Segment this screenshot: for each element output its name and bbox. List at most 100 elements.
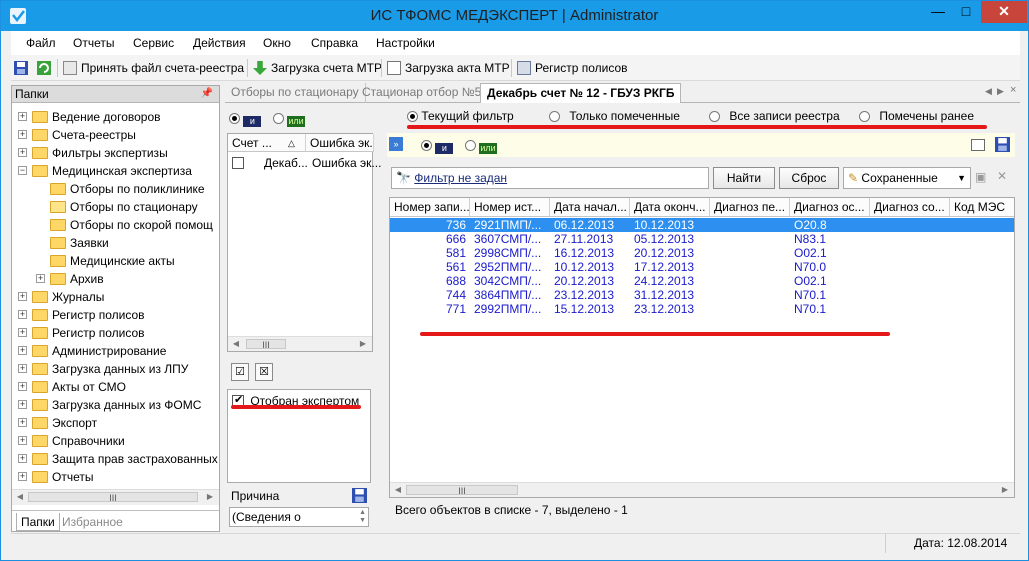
tree-item-policy-register[interactable]: + Регистр полисов: [18, 306, 145, 324]
tree-item-invoices[interactable]: + Счета-реестры: [18, 126, 136, 144]
column-header-record-number[interactable]: Номер запи...: [390, 198, 470, 217]
expand-icon[interactable]: +: [18, 112, 27, 121]
logic-and-radio[interactable]: [229, 113, 240, 124]
criteria-row[interactable]: Декаб... Ошибка эк...: [232, 156, 381, 170]
tab-folders[interactable]: Папки: [16, 513, 60, 531]
filter-marked-only-radio[interactable]: Только помеченные: [549, 109, 680, 123]
filter-not-set-link[interactable]: 🔭 Фильтр не задан: [391, 167, 709, 189]
expand-icon[interactable]: +: [18, 292, 27, 301]
menu-settings[interactable]: Настройки: [376, 36, 435, 50]
column-header-start-date[interactable]: Дата начал...: [550, 198, 630, 217]
tree-item-references[interactable]: + Справочники: [18, 432, 125, 450]
expand-icon[interactable]: +: [18, 328, 27, 337]
column-header-source-number[interactable]: Номер ист...: [470, 198, 550, 217]
apply-saved-icon[interactable]: ▣: [975, 170, 986, 184]
reset-button[interactable]: Сброс: [779, 167, 839, 189]
scroll-left-icon[interactable]: ◀: [13, 491, 27, 503]
column-header-mes-code[interactable]: Код МЭС: [950, 198, 1014, 217]
tab-hospital-selections[interactable]: Отборы по стационару: [225, 83, 366, 103]
records-hscrollbar[interactable]: ◀ III ▶: [390, 482, 1014, 497]
tab-hospital-selection-58[interactable]: Стационар отбор №58: [356, 83, 495, 103]
reason-field[interactable]: (Сведения о ▲ ▼: [229, 507, 369, 527]
table-row[interactable]: 736 2921ПМП/... 06.12.2013 10.12.2013 О2…: [390, 218, 1014, 232]
expand-icon[interactable]: +: [18, 400, 27, 409]
tree-item-administration[interactable]: + Администрирование: [18, 342, 166, 360]
menu-reports[interactable]: Отчеты: [73, 36, 114, 50]
policy-register-button[interactable]: Регистр полисов: [517, 59, 628, 77]
tree-item-insured-rights[interactable]: + Защита прав застрахованных: [18, 450, 218, 468]
expand-icon[interactable]: +: [18, 364, 27, 373]
column-header-diagnosis-main[interactable]: Диагноз ос...: [790, 198, 870, 217]
import-invoice-button[interactable]: Принять файл счета-реестра: [63, 59, 244, 77]
tree-item-archive[interactable]: + Архив: [36, 270, 104, 288]
load-mtr-act-button[interactable]: Загрузка акта МТР: [387, 59, 510, 77]
scroll-thumb[interactable]: III: [28, 492, 198, 503]
dropdown-arrow-icon[interactable]: ▼: [957, 168, 966, 188]
tree-item-medical-acts[interactable]: Медицинские акты: [36, 252, 175, 270]
tab-favorites[interactable]: Избранное: [58, 513, 127, 531]
tree-item-export[interactable]: + Экспорт: [18, 414, 97, 432]
menu-actions[interactable]: Действия: [193, 36, 246, 50]
scroll-thumb[interactable]: III: [246, 339, 286, 350]
tab-scroll-left-icon[interactable]: ◀: [985, 86, 992, 97]
save-icon[interactable]: [14, 61, 28, 75]
column-header-diagnosis-concomitant[interactable]: Диагноз со...: [870, 198, 950, 217]
logic-or-radio[interactable]: [272, 113, 284, 124]
find-button[interactable]: Найти: [713, 167, 775, 189]
logic-or-radio[interactable]: [464, 140, 476, 151]
load-mtr-invoice-button[interactable]: Загрузка счета МТР: [253, 59, 382, 77]
filter-all-records-radio[interactable]: Все записи реестра: [709, 109, 840, 123]
column-header-end-date[interactable]: Дата оконч...: [630, 198, 710, 217]
column-header-diagnosis-primary[interactable]: Диагноз пе...: [710, 198, 790, 217]
column-header-invoice[interactable]: Счет ... △: [228, 134, 306, 152]
tab-december-invoice[interactable]: Декабрь счет № 12 - ГБУЗ РКГБ: [480, 83, 682, 103]
tree-item-foms-data-load[interactable]: + Загрузка данных из ФОМС: [18, 396, 201, 414]
minimize-button[interactable]: —: [925, 1, 951, 23]
delete-saved-icon[interactable]: ✕: [997, 169, 1007, 183]
expand-icon[interactable]: +: [18, 130, 27, 139]
logic-and-radio[interactable]: [421, 140, 432, 151]
scroll-left-icon[interactable]: ◀: [229, 338, 243, 350]
menu-window[interactable]: Окно: [263, 36, 291, 50]
close-button[interactable]: ✕: [981, 1, 1027, 23]
expand-icon[interactable]: +: [18, 382, 27, 391]
tree-item-journals[interactable]: + Журналы: [18, 288, 104, 306]
scroll-left-icon[interactable]: ◀: [391, 484, 405, 496]
save-icon[interactable]: [995, 137, 1010, 152]
scroll-thumb[interactable]: III: [406, 485, 518, 496]
scroll-right-icon[interactable]: ▶: [203, 491, 217, 503]
criteria-hscrollbar[interactable]: ◀ III ▶: [228, 336, 372, 351]
tree-item-expertise-filters[interactable]: + Фильтры экспертизы: [18, 144, 168, 162]
expand-icon[interactable]: +: [18, 454, 27, 463]
uncheck-all-button[interactable]: ☒: [255, 363, 273, 381]
collapse-icon[interactable]: −: [18, 166, 27, 175]
menu-service[interactable]: Сервис: [133, 36, 174, 50]
tree-item-medical-expertise[interactable]: − Медицинская экспертиза: [18, 162, 192, 180]
tree-item-ambulance-selections[interactable]: Отборы по скорой помощ: [36, 216, 213, 234]
menu-help[interactable]: Справка: [311, 36, 358, 50]
table-row[interactable]: 771 2992ПМП/... 15.12.2013 23.12.2013 N7…: [390, 302, 1014, 316]
tree-item-reports[interactable]: + Отчеты: [18, 468, 93, 486]
expand-icon[interactable]: +: [36, 274, 45, 283]
spinner-icon[interactable]: ▲ ▼: [359, 509, 366, 525]
expand-icon[interactable]: +: [18, 472, 27, 481]
tree-item-hospital-selections[interactable]: Отборы по стационару: [36, 198, 198, 216]
table-row[interactable]: 666 3607СМП/... 27.11.2013 05.12.2013 N8…: [390, 232, 1014, 246]
table-row[interactable]: 744 3864ПМП/... 23.12.2013 31.12.2013 N7…: [390, 288, 1014, 302]
scroll-right-icon[interactable]: ▶: [356, 338, 370, 350]
tree-item-policy-register-2[interactable]: + Регистр полисов: [18, 324, 145, 342]
table-row[interactable]: 581 2998СМП/... 16.12.2013 20.12.2013 О0…: [390, 246, 1014, 260]
row-checkbox[interactable]: [232, 157, 244, 169]
table-row[interactable]: 561 2952ПМП/... 10.12.2013 17.12.2013 N7…: [390, 260, 1014, 274]
tab-close-icon[interactable]: ×: [1010, 84, 1016, 96]
tree-item-contracts[interactable]: + Ведение договоров: [18, 108, 161, 126]
pin-icon[interactable]: 📌: [201, 86, 213, 102]
table-row[interactable]: 688 3042СМП/... 20.12.2013 24.12.2013 О0…: [390, 274, 1014, 288]
save-icon[interactable]: [352, 488, 367, 503]
tree-item-polyclinic-selections[interactable]: Отборы по поликлинике: [36, 180, 205, 198]
tree-item-smo-acts[interactable]: + Акты от СМО: [18, 378, 126, 396]
tab-scroll-right-icon[interactable]: ▶: [997, 86, 1004, 97]
maximize-button[interactable]: □: [953, 1, 979, 23]
check-all-button[interactable]: ☑: [231, 363, 249, 381]
filter-current-radio[interactable]: Текущий фильтр: [407, 109, 514, 123]
